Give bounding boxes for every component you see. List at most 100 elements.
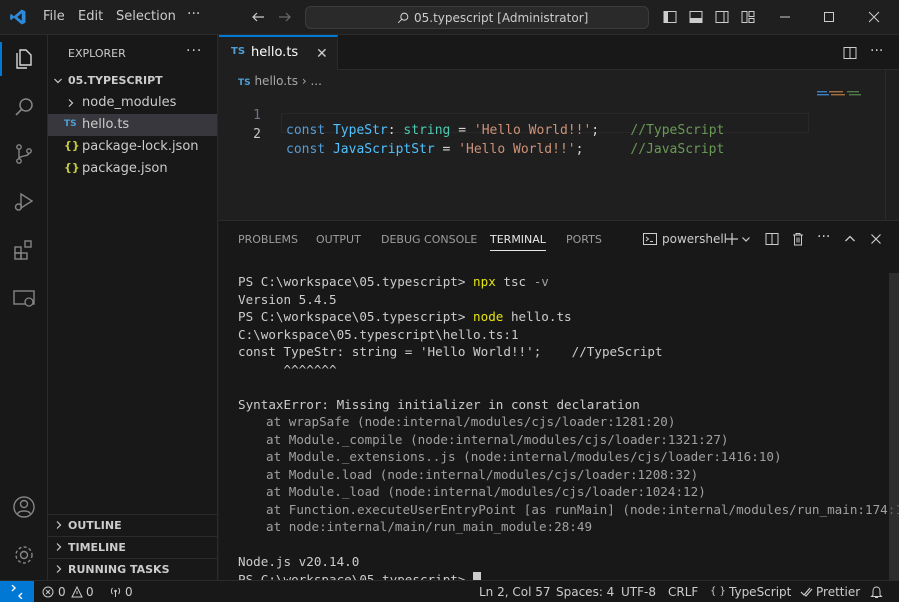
tree-item-hello-ts[interactable]: TS hello.ts [48,114,217,136]
tab-problems[interactable]: PROBLEMS [238,233,298,246]
forward-arrow-icon[interactable] [277,9,293,25]
encoding[interactable]: UTF-8 [621,585,656,599]
tab-label: hello.ts [251,45,299,60]
language-mode[interactable]: TypeScript [729,585,791,599]
breadcrumb-separator: › [301,74,307,88]
chevron-down-icon [54,78,62,84]
explorer-title: EXPLORER [68,47,126,60]
tree-item-label: node_modules [82,95,177,110]
back-arrow-icon[interactable] [250,9,266,25]
tree-item-package-json[interactable]: {} package.json [48,158,217,180]
close-window-icon[interactable] [866,9,882,25]
explorer-more-button[interactable]: ··· [186,43,202,59]
terminal-line: Node.js v20.14.0 [238,554,360,569]
remote-indicator[interactable] [0,581,34,602]
toggle-primary-sidebar-icon[interactable] [662,9,678,25]
tab-terminal[interactable]: TERMINAL [490,233,546,251]
line-number: 2 [253,127,261,142]
toggle-secondary-sidebar-icon[interactable] [714,9,730,25]
menu-more[interactable]: ··· [187,6,200,22]
explorer-icon[interactable] [12,47,36,71]
tree-item-package-lock-json[interactable]: {} package-lock.json [48,136,217,158]
code-line[interactable]: 1 const TypeStr: string = 'Hello World!!… [219,93,899,138]
extensions-icon[interactable] [12,238,36,262]
cursor-position[interactable]: Ln 2, Col 57 [479,585,551,599]
section-label: OUTLINE [68,519,122,532]
indentation[interactable]: Spaces: 4 [556,585,614,599]
end-of-line[interactable]: CRLF [668,585,698,599]
tab-debug-console[interactable]: DEBUG CONSOLE [381,233,477,246]
customize-layout-icon[interactable] [740,9,756,25]
breadcrumb-symbols[interactable]: ... [310,74,321,88]
prettier-status[interactable]: Prettier [816,585,860,599]
chevron-down-icon[interactable] [741,231,751,247]
remote-icon [11,585,23,599]
warning-icon [71,586,83,598]
minimap[interactable] [817,91,875,97]
chevron-right-icon [56,565,62,573]
panel-more-actions-button[interactable]: ··· [817,229,830,245]
terminal-line: Version 5.4.5 [238,291,337,307]
search-icon[interactable] [12,95,36,119]
terminal-line: at Module._extensions..js (node:internal… [266,449,782,464]
error-count[interactable]: 0 [58,585,66,599]
terminal-scrollbar[interactable] [889,273,899,581]
split-editor-icon[interactable] [842,45,858,61]
section-label: TIMELINE [68,541,126,554]
terminal-line: at wrapSafe (node:internal/modules/cjs/l… [266,414,676,429]
folder-root[interactable]: 05.TYPESCRIPT [48,70,217,92]
search-icon [397,12,409,24]
explorer-sidebar: EXPLORER ··· 05.TYPESCRIPT node_modules … [48,35,218,580]
vscode-logo-icon[interactable] [9,8,27,26]
tree-item-node-modules[interactable]: node_modules [48,92,217,114]
tab-ports[interactable]: PORTS [566,233,602,246]
section-outline[interactable]: OUTLINE [48,514,217,536]
ports-count[interactable]: 0 [125,585,133,599]
breadcrumb: TS hello.ts › ... [238,74,322,88]
trash-icon[interactable] [790,231,806,247]
editor-more-actions-button[interactable]: ··· [870,43,883,59]
remote-explorer-icon[interactable] [12,287,36,311]
accounts-icon[interactable] [12,495,36,519]
new-terminal-plus-icon[interactable] [724,231,740,247]
tab-hello-ts[interactable]: TS hello.ts ✕ [219,35,338,70]
source-control-icon[interactable] [12,142,36,166]
terminal-line: at Module.load (node:internal/modules/cj… [266,466,699,482]
toggle-panel-icon[interactable] [688,9,704,25]
code-line[interactable]: 2 const JavaScriptStr = 'Hello World!!';… [219,112,899,157]
maximize-icon[interactable] [821,9,837,25]
section-label: RUNNING TASKS [68,563,170,576]
section-timeline[interactable]: TIMELINE [48,536,217,558]
editor-scrollbar[interactable] [885,70,899,220]
split-terminal-icon[interactable] [764,231,780,247]
title-bar: File Edit Selection ··· 05.typescript [A… [0,0,899,35]
menu-file[interactable]: File [43,9,65,24]
maximize-panel-chevron-up-icon[interactable] [842,231,858,247]
menu-selection[interactable]: Selection [116,9,176,24]
typescript-file-icon: TS [231,46,246,57]
warning-count[interactable]: 0 [86,585,94,599]
command-center[interactable]: 05.typescript [Administrator] [305,6,649,29]
manage-gear-icon[interactable] [12,543,36,567]
double-check-icon [800,587,813,597]
bottom-panel: PROBLEMS OUTPUT DEBUG CONSOLE TERMINAL P… [219,220,899,587]
section-running-tasks[interactable]: RUNNING TASKS [48,558,217,580]
tree-item-label: package.json [82,161,168,176]
breadcrumb-file[interactable]: hello.ts [254,74,298,88]
tree-item-label: package-lock.json [82,139,199,154]
typescript-file-icon: TS [238,78,251,88]
menu-edit[interactable]: Edit [78,9,103,24]
tab-close-icon[interactable]: ✕ [316,46,328,62]
terminal-shell-label[interactable]: powershell [662,232,727,246]
close-panel-icon[interactable] [868,231,884,247]
run-debug-icon[interactable] [12,190,36,214]
typescript-file-icon: TS [64,119,77,129]
minimize-icon[interactable] [777,9,793,25]
terminal-icon [643,233,657,245]
terminal-line: C:\workspace\05.typescript\hello.ts:1 [238,326,519,342]
status-bar: 0 0 0 Ln 2, Col 57 Spaces: 4 UTF-8 CRLF … [0,580,899,602]
bell-icon[interactable] [870,585,883,599]
editor-area: TS hello.ts ✕ ··· TS hello.ts › ... 1 co… [219,35,899,220]
terminal-line: at node:internal/main/run_main_module:28… [266,519,593,534]
tab-output[interactable]: OUTPUT [316,233,361,246]
